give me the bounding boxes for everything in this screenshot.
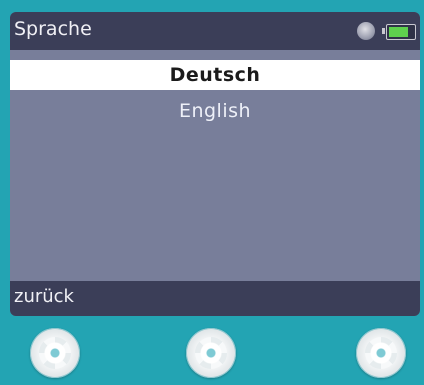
left-hardware-button[interactable] (30, 328, 80, 378)
sync-icon (357, 22, 375, 40)
battery-cap (382, 28, 385, 34)
back-softkey-label: zurück (14, 286, 74, 307)
menu-item-english[interactable]: English (10, 96, 420, 126)
button-face-icon (195, 337, 227, 369)
button-face-icon (365, 337, 397, 369)
page-title: Sprache (14, 18, 92, 40)
battery-level (389, 27, 408, 37)
button-face-icon (39, 337, 71, 369)
device-screen: Sprache Deutsch English zurück (10, 12, 420, 316)
battery-icon (386, 24, 416, 40)
menu-item-deutsch[interactable]: Deutsch (10, 60, 420, 90)
title-bar: Sprache (10, 12, 420, 50)
softkey-bar: zurück (10, 281, 420, 316)
right-hardware-button[interactable] (356, 328, 406, 378)
center-hardware-button[interactable] (186, 328, 236, 378)
